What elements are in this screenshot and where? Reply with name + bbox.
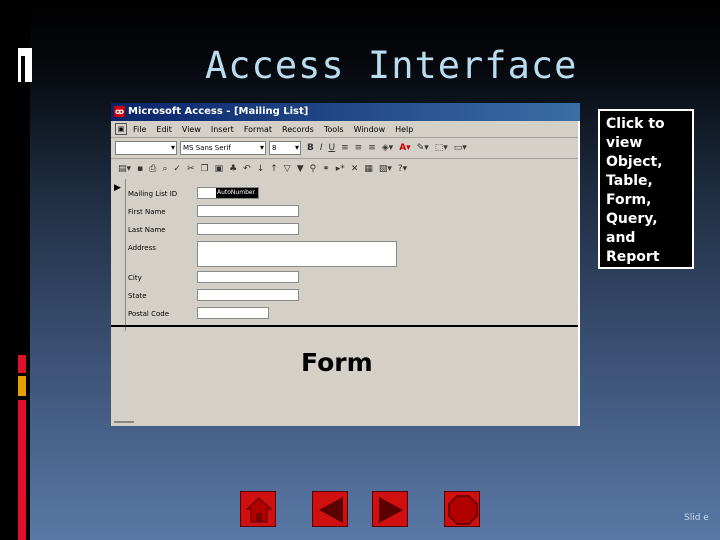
back-arrow-icon <box>319 497 343 523</box>
stop-icon <box>448 495 478 525</box>
access-screenshot: ꝏ Microsoft Access - [Mailing List] ▣ Fil… <box>111 103 580 426</box>
record-selector[interactable]: ▶ <box>111 179 126 331</box>
window-title: Microsoft Access - [Mailing List] <box>128 106 309 117</box>
menu-file[interactable]: File <box>133 125 146 134</box>
align-left-icon[interactable]: ≡ <box>341 143 349 153</box>
deco-bar-red-1 <box>18 355 26 373</box>
home-button[interactable] <box>240 491 276 527</box>
menu-help[interactable]: Help <box>395 125 413 134</box>
italic-button[interactable]: I <box>320 143 323 153</box>
label-last-name: Last Name <box>128 226 166 234</box>
form-overlay-label: Form <box>301 348 373 377</box>
print-preview-icon[interactable]: ⌕ <box>162 164 167 174</box>
menu-window[interactable]: Window <box>354 125 386 134</box>
line-color-icon[interactable]: ✎▾ <box>417 143 429 153</box>
label-state: State <box>128 292 147 300</box>
spelling-icon[interactable]: ✓ <box>173 164 181 174</box>
align-center-icon[interactable]: ≡ <box>355 143 363 153</box>
state-field[interactable] <box>197 289 299 301</box>
label-postal-code: Postal Code <box>128 310 170 318</box>
city-field[interactable] <box>197 271 299 283</box>
menu-tools[interactable]: Tools <box>324 125 344 134</box>
border-icon[interactable]: ⬚▾ <box>435 143 448 153</box>
new-record-icon[interactable]: ▸* <box>336 164 345 174</box>
label-city: City <box>128 274 142 282</box>
filter-by-form-icon[interactable]: ▼ <box>297 164 304 174</box>
access-key-icon: ꝏ <box>114 105 125 117</box>
back-button[interactable] <box>312 491 348 527</box>
align-right-icon[interactable]: ≡ <box>368 143 376 153</box>
menu-edit[interactable]: Edit <box>156 125 172 134</box>
postal-code-field[interactable] <box>197 307 269 319</box>
cut-icon[interactable]: ✂ <box>187 164 195 174</box>
menu-records[interactable]: Records <box>282 125 314 134</box>
font-combo[interactable]: MS Sans Serif <box>180 141 266 155</box>
forward-arrow-icon <box>379 497 403 523</box>
address-field[interactable] <box>197 241 397 267</box>
menu-insert[interactable]: Insert <box>211 125 234 134</box>
print-icon[interactable]: ⎙ <box>149 164 156 174</box>
apply-filter-icon[interactable]: ⚲ <box>310 164 317 174</box>
menu-format[interactable]: Format <box>244 125 272 134</box>
size-combo[interactable]: 8 <box>269 141 301 155</box>
sort-ascending-icon[interactable]: ↓ <box>257 164 265 174</box>
deco-bar-red-2 <box>18 400 26 540</box>
object-combo[interactable] <box>115 141 177 155</box>
view-icon[interactable]: ▤▾ <box>118 164 131 174</box>
current-record-arrow-icon: ▶ <box>114 183 121 193</box>
slide-title: Access Interface <box>205 44 578 87</box>
form-system-icon[interactable]: ▣ <box>115 123 127 135</box>
slide-number: Slid e <box>684 513 709 523</box>
window-titlebar: ꝏ Microsoft Access - [Mailing List] <box>111 103 580 121</box>
fill-color-icon[interactable]: ◈▾ <box>382 143 393 153</box>
label-mailing-list-id: Mailing List ID <box>128 190 178 198</box>
database-window-icon[interactable]: ▦ <box>364 164 373 174</box>
label-address: Address <box>128 244 156 252</box>
formatting-toolbar: MS Sans Serif 8 B I U ≡ ≡ ≡ ◈▾ A▾ ✎▾ ⬚▾ … <box>111 138 580 159</box>
font-color-icon[interactable]: A▾ <box>399 143 410 153</box>
help-icon[interactable]: ?▾ <box>398 164 407 174</box>
stop-button[interactable] <box>444 491 480 527</box>
delete-record-icon[interactable]: ✕ <box>351 164 359 174</box>
new-object-icon[interactable]: ▧▾ <box>379 164 392 174</box>
format-painter-icon[interactable]: ♣ <box>229 164 237 174</box>
label-first-name: First Name <box>128 208 166 216</box>
deco-bar-top-gap <box>21 56 25 82</box>
save-icon[interactable]: ▪ <box>137 164 143 174</box>
sort-descending-icon[interactable]: ↑ <box>270 164 278 174</box>
filter-by-selection-icon[interactable]: ▽ <box>284 164 291 174</box>
status-bar-mark <box>114 421 134 423</box>
bold-button[interactable]: B <box>307 143 314 153</box>
forward-button[interactable] <box>372 491 408 527</box>
window-right-edge <box>578 121 580 426</box>
menu-view[interactable]: View <box>182 125 201 134</box>
underline-button[interactable]: U <box>329 143 336 153</box>
menu-bar: ▣ File Edit View Insert Format Records T… <box>111 121 580 138</box>
first-name-field[interactable] <box>197 205 299 217</box>
line-width-icon[interactable]: ▭▾ <box>454 143 467 153</box>
undo-icon[interactable]: ↶ <box>243 164 251 174</box>
callout-text: Click to view Object, Table, Form, Query… <box>606 116 665 265</box>
mailing-list-id-value: AutoNumber <box>216 188 258 198</box>
find-icon[interactable]: ⚭ <box>322 164 330 174</box>
form-section-divider <box>111 325 578 327</box>
paste-icon[interactable]: ▣ <box>215 164 224 174</box>
form-view-toolbar: ▤▾ ▪ ⎙ ⌕ ✓ ✂ ❐ ▣ ♣ ↶ ↓ ↑ ▽ ▼ ⚲ ⚭ ▸* ✕ ▦ … <box>111 159 580 180</box>
form-detail-area: ▶ Mailing List ID AutoNumber First Name … <box>111 179 578 426</box>
callout-box: Click to view Object, Table, Form, Query… <box>598 109 694 269</box>
deco-bar-orange <box>18 376 26 396</box>
last-name-field[interactable] <box>197 223 299 235</box>
home-icon <box>245 497 273 523</box>
copy-icon[interactable]: ❐ <box>200 164 208 174</box>
